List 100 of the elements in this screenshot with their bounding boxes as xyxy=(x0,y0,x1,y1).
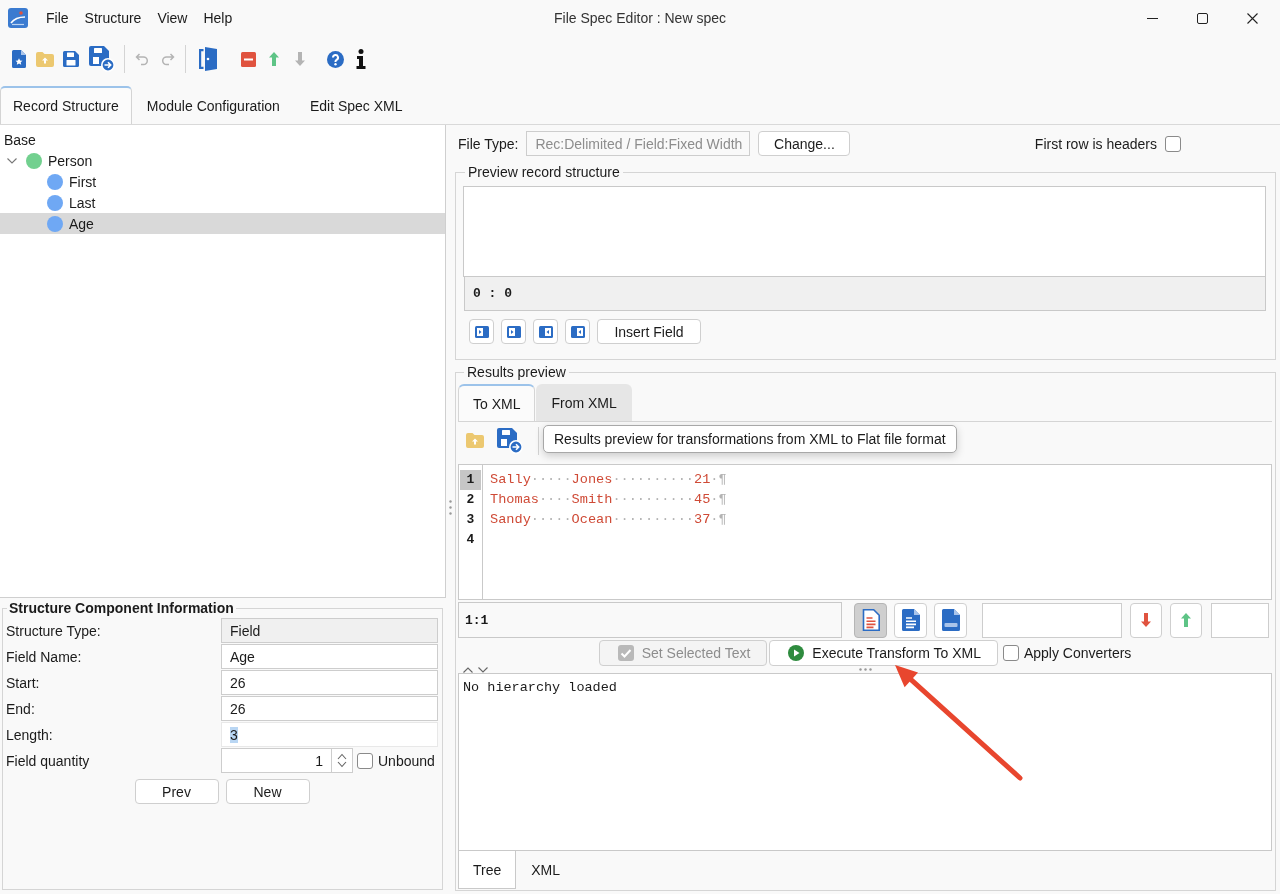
door-icon xyxy=(199,46,217,72)
grip-dots-icon xyxy=(449,500,452,515)
text-button[interactable]: Execute Transform To XML xyxy=(769,640,998,666)
collapse-button[interactable] xyxy=(463,666,473,673)
play-icon xyxy=(788,645,805,661)
grip-dots-icon xyxy=(858,668,872,671)
icon-button[interactable] xyxy=(1130,602,1162,638)
tooltip: Results preview for transformations from XML to Flat file format xyxy=(543,425,957,453)
line-number: 4 xyxy=(465,531,476,549)
input-field[interactable] xyxy=(1211,602,1269,638)
app-logo-icon xyxy=(8,8,28,28)
floppy-arrow-icon xyxy=(89,46,115,72)
field-label: Start: xyxy=(6,675,41,691)
code-line: Sally·····Jones··········21·¶ xyxy=(490,471,727,489)
checkbox[interactable] xyxy=(357,753,373,769)
tab[interactable]: Record Structure xyxy=(0,86,132,124)
tab[interactable]: From XML xyxy=(536,384,632,421)
group-title: Results preview xyxy=(466,364,567,380)
text-field[interactable]: Age xyxy=(221,644,438,669)
tree-item[interactable]: Last xyxy=(0,192,445,213)
spinner-arrows-icon xyxy=(337,753,347,768)
folder-icon xyxy=(466,433,484,448)
undo-icon xyxy=(135,52,149,66)
checkbox-label: Apply Converters xyxy=(1023,645,1132,661)
code-line: Thomas····Smith··········45·¶ xyxy=(490,491,727,509)
expand-button[interactable] xyxy=(478,666,488,673)
cursor-position-field: 1:1 xyxy=(458,602,842,638)
document-lines-icon xyxy=(901,609,920,631)
checkbox-label: First row is headers xyxy=(1034,135,1157,152)
help-icon xyxy=(326,50,344,68)
up-arrow-icon xyxy=(1181,613,1191,627)
chevron-up-icon xyxy=(463,666,473,673)
checkbox[interactable] xyxy=(1165,135,1181,152)
minus-square-icon xyxy=(240,51,256,67)
line-number: 3 xyxy=(465,511,476,529)
tree-item[interactable]: Person xyxy=(0,150,445,171)
view-button[interactable] xyxy=(894,602,927,638)
floppy-arrow-icon xyxy=(497,427,523,454)
text-field[interactable]: 26 xyxy=(221,696,438,721)
info-icon xyxy=(356,49,366,69)
circle-icon xyxy=(26,152,42,169)
tree-item[interactable]: Base xyxy=(0,129,445,150)
tab[interactable]: Tree xyxy=(458,851,517,889)
document-lines-icon xyxy=(861,609,880,631)
maximize-icon xyxy=(1196,12,1208,24)
close-icon xyxy=(1246,12,1258,24)
line-number: 1 xyxy=(460,470,481,490)
line-number: 2 xyxy=(465,491,476,509)
text-button[interactable]: Prev xyxy=(134,779,219,804)
tab[interactable]: XML xyxy=(516,851,576,889)
text-button[interactable]: New xyxy=(225,779,310,804)
icon-button[interactable] xyxy=(469,319,494,344)
icon-button[interactable] xyxy=(565,319,590,344)
field-label: Field quantity xyxy=(6,753,91,769)
menu-item[interactable]: File xyxy=(38,7,77,29)
menu-item[interactable]: Structure xyxy=(76,7,150,29)
field-label: File Type: xyxy=(458,135,519,152)
view-button[interactable] xyxy=(854,602,887,638)
output-area[interactable]: No hierarchy loaded xyxy=(458,673,1272,851)
tab[interactable]: Module Configuration xyxy=(131,86,295,124)
menu-item[interactable]: View xyxy=(149,7,196,29)
search-field[interactable] xyxy=(982,602,1122,638)
circle-icon xyxy=(47,215,63,232)
down-arrow-icon xyxy=(295,52,305,66)
field-label: Field Name: xyxy=(6,649,83,665)
text-field[interactable]: 26 xyxy=(221,670,438,695)
status-bar: 0 : 0 xyxy=(464,277,1266,311)
folder-icon xyxy=(36,51,54,67)
icon-button[interactable] xyxy=(1170,602,1202,638)
document-band-icon xyxy=(941,609,960,631)
tick-box-icon xyxy=(617,645,634,661)
field-label: End: xyxy=(6,701,36,717)
circle-icon xyxy=(47,194,63,211)
tab[interactable]: Edit Spec XML xyxy=(294,86,418,124)
checkbox-label: Unbound xyxy=(378,753,435,769)
group-title: Structure Component Information xyxy=(8,600,235,616)
icon-button[interactable] xyxy=(533,319,558,344)
minimize-icon xyxy=(1146,17,1158,19)
field-label: Length: xyxy=(6,727,54,743)
spinner-field[interactable]: 1 xyxy=(221,748,353,773)
up-arrow-icon xyxy=(269,52,279,66)
text-button[interactable]: Insert Field xyxy=(597,319,701,344)
down-arrow-icon xyxy=(1141,613,1151,627)
group-title: Preview record structure xyxy=(467,164,621,180)
chevron-down-icon xyxy=(478,666,488,673)
icon-button[interactable] xyxy=(501,319,526,344)
field-label: Structure Type: xyxy=(6,623,102,639)
code-editor[interactable]: 1 2 3 4 Sally·····Jones··········21·¶ Thomas····Smith··········45·¶ Sandy·····Ocean··········37·¶ xyxy=(458,464,1272,600)
checkbox[interactable] xyxy=(1002,645,1019,661)
code-line: Sandy·····Ocean··········37·¶ xyxy=(490,511,727,529)
text-field[interactable]: Field xyxy=(221,618,438,643)
circle-icon xyxy=(47,173,63,190)
tab[interactable]: To XML xyxy=(458,384,536,421)
tree-item[interactable]: First xyxy=(0,171,445,192)
document-star-icon xyxy=(12,50,26,68)
window-title: File Spec Editor : New spec xyxy=(554,10,726,26)
menu-item[interactable]: Help xyxy=(195,7,241,29)
view-button[interactable] xyxy=(934,602,967,638)
tree-item[interactable]: Age xyxy=(0,213,445,234)
text-field[interactable]: 3 xyxy=(221,722,438,747)
